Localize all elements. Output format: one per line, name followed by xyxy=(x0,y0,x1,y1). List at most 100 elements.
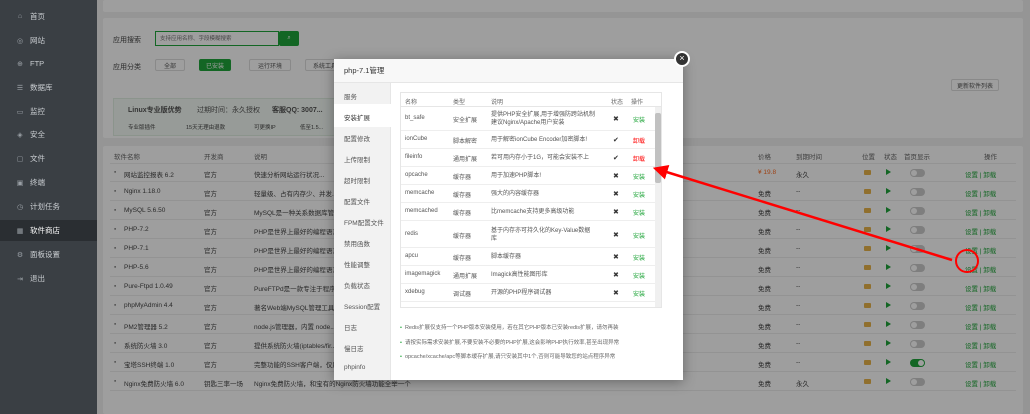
x-icon: ✖ xyxy=(613,173,619,180)
extension-row: opcache 缓存器 用于加速PHP脚本! ✖ 安装 xyxy=(401,167,661,185)
globe-icon: ◎ xyxy=(16,37,24,45)
install-button[interactable]: 安装 xyxy=(633,115,645,124)
sidebar-item-logout[interactable]: ⇥ 退出 xyxy=(0,268,97,289)
extensions-header: 名称 类型 说明 状态 操作 xyxy=(401,93,661,107)
sidebar-item-cron[interactable]: ◷ 计划任务 xyxy=(0,196,97,217)
extension-type: 缓存器 xyxy=(453,256,472,262)
modal-tab[interactable]: 禁用函数 xyxy=(334,230,391,253)
ext-col-type: 类型 xyxy=(453,100,466,106)
x-icon: ✖ xyxy=(613,209,619,216)
gear-icon: ⚙ xyxy=(16,251,24,259)
modal-tab[interactable]: Session配置 xyxy=(334,293,391,316)
extension-desc: 比memcache支持更多高级功能 xyxy=(491,209,575,215)
install-button[interactable]: 安装 xyxy=(633,253,645,262)
extension-type: 缓存器 xyxy=(453,193,472,199)
uninstall-button[interactable]: 卸载 xyxy=(633,154,645,163)
extension-name: apcu xyxy=(405,253,419,259)
sidebar-item-label: 监控 xyxy=(30,107,45,116)
sidebar-item-label: 计划任务 xyxy=(30,202,60,211)
install-button[interactable]: 安装 xyxy=(633,271,645,280)
extension-row: fileinfo 通用扩展 若可用内存小于1G，可能会安装不上 ✔ 卸载 xyxy=(401,149,661,167)
install-button[interactable]: 安装 xyxy=(633,231,645,240)
extension-desc: Imagick高性能图形库 xyxy=(491,272,548,278)
modal-tab[interactable]: 超时限制 xyxy=(334,167,391,190)
extension-name: imagemagick xyxy=(405,271,441,277)
extension-name: memcache xyxy=(405,190,435,196)
install-button[interactable]: 安装 xyxy=(633,289,645,298)
sidebar-item-home[interactable]: ⌂ 首页 xyxy=(0,6,97,27)
extension-name: xdebug xyxy=(405,289,425,295)
extension-desc: 开源的PHP程序调试器 xyxy=(491,290,552,296)
sidebar-item-label: FTP xyxy=(30,59,45,68)
extensions-table: 名称 类型 说明 状态 操作 bt_safe 安全扩展 提供PHP安全扩展,用于增强… xyxy=(400,92,662,308)
modal-tab[interactable]: 配置文件 xyxy=(334,188,391,211)
check-icon: ✔ xyxy=(613,137,619,144)
sidebar-item-monitor[interactable]: ▭ 监控 xyxy=(0,101,97,122)
sidebar-item-ftp[interactable]: ⊕ FTP xyxy=(0,53,97,74)
modal-tabs: 服务 安装扩展 配置修改 上传限制 超时限制 配置文件 FPM配置文件 禁用函数 性能调整 负载状… xyxy=(334,83,392,380)
x-icon: ✖ xyxy=(613,116,619,123)
install-button[interactable]: 安装 xyxy=(633,172,645,181)
uninstall-button[interactable]: 卸载 xyxy=(633,136,645,145)
extension-desc: 若可用内存小于1G，可能会安装不上 xyxy=(491,155,590,161)
sidebar-item-website[interactable]: ◎ 网站 xyxy=(0,30,97,51)
sidebar-item-security[interactable]: ◈ 安全 xyxy=(0,124,97,145)
sidebar-item-store[interactable]: ▦ 软件商店 xyxy=(0,220,97,241)
modal-tab[interactable]: 服务 xyxy=(334,83,391,106)
extension-type: 通用扩展 xyxy=(453,157,478,163)
sidebar-item-label: 安全 xyxy=(30,130,45,139)
note-item: Redis扩展仅支持一个PHP版本安装使用，若在其它PHP版本已安装redis扩… xyxy=(400,323,619,331)
extension-row: memcached 缓存器 比memcache支持更多高级功能 ✖ 安装 xyxy=(401,203,661,221)
install-button[interactable]: 安装 xyxy=(633,190,645,199)
extension-row: xdebug 调试器 开源的PHP程序调试器 ✖ 安装 xyxy=(401,284,661,302)
clock-icon: ◷ xyxy=(16,203,24,211)
extension-type: 缓存器 xyxy=(453,211,472,217)
modal-tab[interactable]: 负载状态 xyxy=(334,272,391,295)
modal-tab[interactable]: 性能调整 xyxy=(334,251,391,274)
extension-desc: 强大的内容缓存器 xyxy=(491,191,540,197)
x-icon: ✖ xyxy=(613,254,619,261)
extension-type: 安全扩展 xyxy=(453,118,478,124)
sidebar-item-label: 首页 xyxy=(30,12,45,21)
home-icon: ⌂ xyxy=(17,13,23,20)
modal-tab[interactable]: phpinfo xyxy=(334,356,391,379)
ext-col-desc: 说明 xyxy=(491,100,504,106)
sidebar-item-label: 软件商店 xyxy=(30,226,60,235)
scrollbar-thumb[interactable] xyxy=(655,113,661,183)
modal-close-button[interactable]: × xyxy=(674,51,690,67)
modal-tab[interactable]: 配置修改 xyxy=(334,125,391,148)
modal-title: php-7.1管理 xyxy=(334,59,683,83)
extension-type: 调试器 xyxy=(453,292,472,298)
sidebar-item-terminal[interactable]: ▣ 终端 xyxy=(0,172,97,193)
modal-tab[interactable]: 上传限制 xyxy=(334,146,391,169)
terminal-icon: ▣ xyxy=(16,179,24,187)
sidebar-item-label: 终端 xyxy=(30,178,45,187)
modal-tab[interactable]: 慢日志 xyxy=(334,335,391,358)
php-manager-modal: php-7.1管理 服务 安装扩展 配置修改 上传限制 超时限制 配置文件 FPM配置文件禁… xyxy=(334,59,683,380)
note-item: 请按实际需求安装扩展,不要安装不必要的PHP扩展,这会影响PHP执行效率,甚至出… xyxy=(400,338,619,346)
extension-desc: 提供PHP安全扩展,用于增强防跨站机制建议Nginx/Apache用户安装 xyxy=(491,112,596,126)
sidebar-item-label: 网站 xyxy=(30,36,45,45)
sidebar-item-label: 面板设置 xyxy=(30,250,60,259)
x-icon: ✖ xyxy=(613,272,619,279)
modal-tab[interactable]: 日志 xyxy=(334,314,391,337)
extension-row: apcu 缓存器 脚本缓存器 ✖ 安装 xyxy=(401,248,661,266)
sidebar-item-settings[interactable]: ⚙ 面板设置 xyxy=(0,244,97,265)
install-button[interactable]: 安装 xyxy=(633,208,645,217)
sidebar-item-label: 数据库 xyxy=(30,83,53,92)
extension-type: 通用扩展 xyxy=(453,274,478,280)
check-icon: ✔ xyxy=(613,155,619,162)
shield-icon: ◈ xyxy=(17,131,23,139)
sidebar-item-database[interactable]: ☰ 数据库 xyxy=(0,77,97,98)
modal-tab[interactable]: FPM配置文件 xyxy=(334,209,391,232)
logout-icon: ⇥ xyxy=(17,275,23,283)
extension-row: memcache 缓存器 强大的内容缓存器 ✖ 安装 xyxy=(401,185,661,203)
extension-type: 缓存器 xyxy=(453,175,472,181)
extension-name: bt_safe xyxy=(405,115,425,121)
modal-tab[interactable]: 安装扩展 xyxy=(334,104,392,127)
extension-row: imagemagick 通用扩展 Imagick高性能图形库 ✖ 安装 xyxy=(401,266,661,284)
note-item: opcache/xcache/apc等脚本缓存扩展,请只安装其中1个,否则可能导… xyxy=(400,352,615,360)
x-icon: ✖ xyxy=(613,232,619,239)
extensions-scrollbar[interactable] xyxy=(655,107,661,307)
sidebar-item-files[interactable]: ▢ 文件 xyxy=(0,148,97,169)
